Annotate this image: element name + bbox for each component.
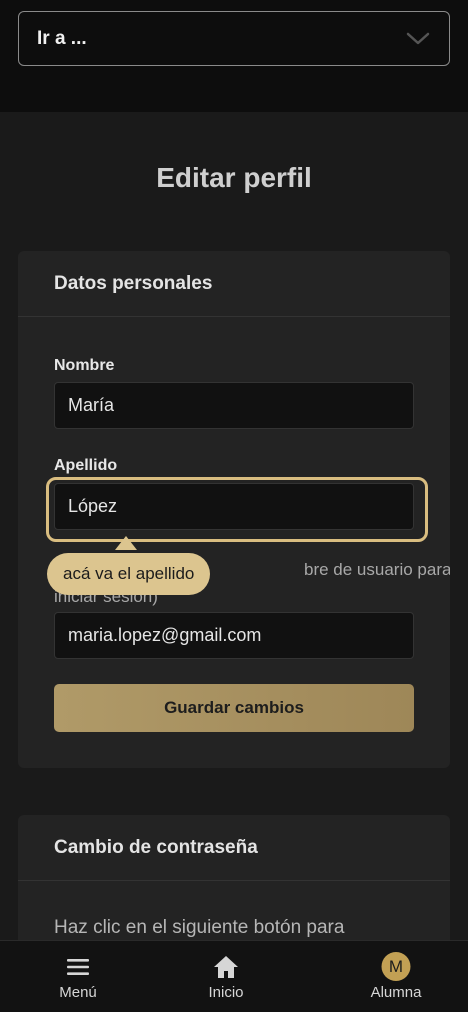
email-input[interactable]: maria.lopez@gmail.com: [54, 612, 414, 659]
last-name-input[interactable]: López: [54, 483, 414, 530]
nav-home[interactable]: Inicio: [148, 941, 304, 1012]
page: Ir a ... Editar perfil Datos personales …: [0, 0, 468, 1012]
personal-data-header: Datos personales: [18, 251, 450, 317]
nav-home-label: Inicio: [208, 984, 244, 1001]
tooltip-arrow: [115, 536, 137, 550]
page-title: Editar perfil: [156, 162, 312, 193]
first-name-input[interactable]: María: [54, 382, 414, 429]
password-change-text: Haz clic en el siguiente botón para: [54, 917, 345, 938]
password-change-card: Cambio de contraseña Haz clic en el sigu…: [18, 815, 450, 955]
nav-menu[interactable]: Menú: [0, 941, 156, 1012]
nav-profile[interactable]: M Alumna: [318, 941, 468, 1012]
home-icon: [214, 956, 238, 978]
nav-profile-label: Alumna: [370, 984, 422, 1001]
jump-to-select[interactable]: Ir a ...: [18, 11, 450, 66]
nav-menu-label: Menú: [59, 984, 97, 1001]
hamburger-menu-icon: [67, 959, 89, 975]
top-band: Ir a ...: [0, 0, 468, 112]
personal-data-card: Datos personales Nombre María Apellido L…: [18, 251, 450, 768]
jump-to-label: Ir a ...: [37, 27, 87, 49]
first-name-label: Nombre: [54, 357, 115, 374]
tooltip: acá va el apellido: [47, 553, 211, 595]
bottom-nav: Menú Inicio M Alumna: [0, 940, 468, 1012]
save-changes-button[interactable]: Guardar cambios: [54, 684, 414, 732]
avatar: M: [381, 952, 411, 981]
last-name-label: Apellido: [54, 457, 118, 474]
chevron-down-icon: [406, 32, 430, 44]
password-change-header: Cambio de contraseña: [18, 815, 450, 881]
